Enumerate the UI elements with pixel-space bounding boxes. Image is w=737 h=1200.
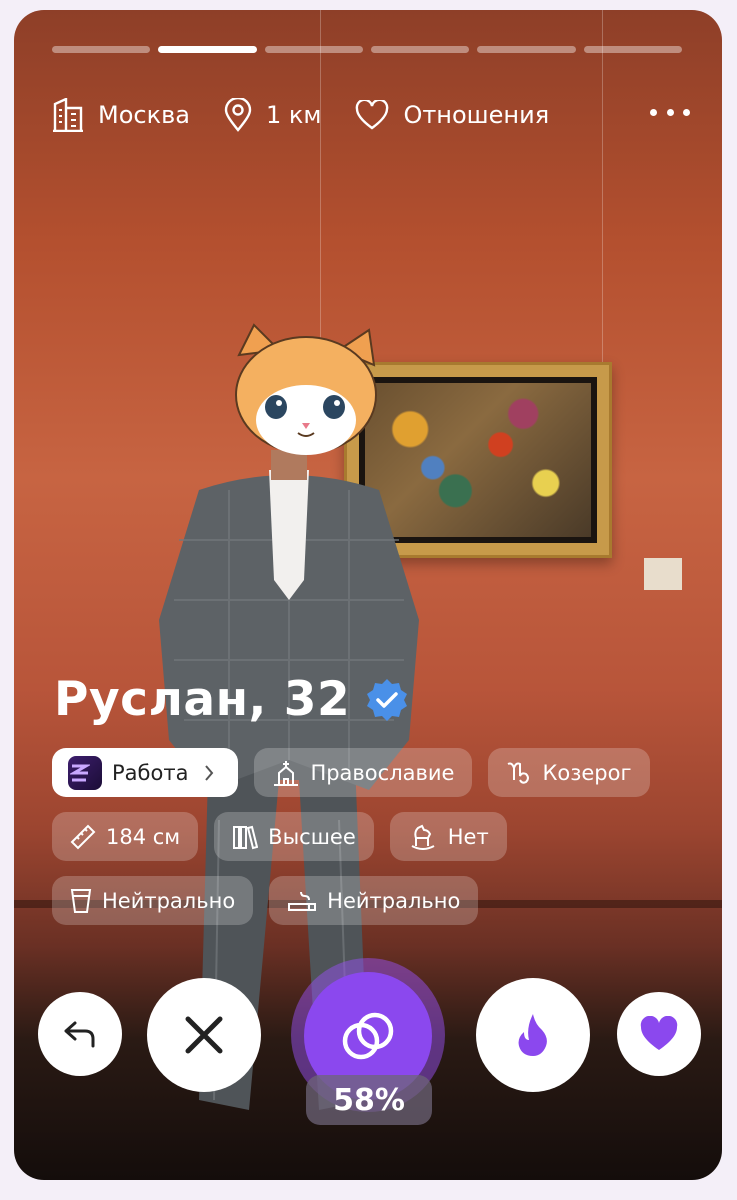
progress-segment-active [158, 46, 257, 53]
chips-row-3: Нейтрально Нейтрально [52, 876, 479, 925]
rocking-horse-icon [411, 824, 435, 850]
goal-info: Отношения [355, 100, 549, 130]
goal-label: Отношения [403, 101, 550, 129]
ruler-icon [70, 824, 96, 849]
books-icon [233, 825, 259, 849]
capricorn-icon [507, 762, 530, 784]
wall-plaque [644, 558, 682, 590]
kids-chip: Нет [389, 812, 507, 861]
height-chip: 184 см [52, 812, 199, 861]
dot-icon [666, 108, 674, 116]
city-label: Москва [98, 101, 190, 129]
progress-segment [477, 46, 576, 53]
progress-segment [52, 46, 151, 53]
progress-segment [264, 46, 363, 53]
smoking-label: Нейтрально [327, 888, 461, 913]
kids-label: Нет [447, 824, 489, 849]
church-icon [274, 760, 299, 786]
like-button[interactable] [617, 992, 701, 1076]
undo-icon [64, 1021, 95, 1048]
profile-name-age: Руслан, 32 [54, 672, 351, 727]
chips-row-1: Работа Православие Козерог [52, 748, 650, 797]
religion-chip: Православие [254, 748, 473, 797]
superlike-button[interactable] [476, 978, 590, 1092]
more-options-button[interactable] [650, 102, 690, 122]
height-label: 184 см [106, 824, 181, 849]
progress-segment [583, 46, 682, 53]
education-chip: Высшее [214, 812, 374, 861]
work-chip[interactable]: Работа [52, 748, 239, 797]
undo-button[interactable] [38, 992, 122, 1076]
education-label: Высшее [268, 824, 356, 849]
flame-icon [518, 1014, 547, 1056]
dot-icon [650, 108, 657, 116]
chevron-right-icon [205, 764, 214, 781]
rings-icon [342, 1012, 394, 1060]
heart-icon [640, 1016, 678, 1050]
glass-icon [70, 888, 92, 913]
work-label: Работа [112, 760, 189, 785]
zodiac-chip: Козерог [488, 748, 650, 797]
wall-wire [602, 10, 603, 390]
city-info: Москва [52, 98, 190, 132]
alcohol-chip: Нейтрально [52, 876, 254, 925]
building-icon [53, 98, 83, 132]
verified-badge-icon [367, 678, 408, 721]
religion-label: Православие [310, 760, 455, 785]
alcohol-label: Нейтрально [102, 888, 236, 913]
profile-name-row: Руслан, 32 [54, 672, 410, 727]
heart-outline-icon [356, 100, 389, 130]
profile-card[interactable]: Москва 1 км Отношения Руслан, 32 Работа … [14, 10, 722, 1180]
chips-row-2: 184 см Высшее Нет [52, 812, 507, 861]
story-progress [52, 46, 682, 53]
match-percent-badge: 58% [306, 1075, 432, 1125]
close-icon [185, 1016, 223, 1054]
progress-segment [370, 46, 470, 53]
top-info: Москва 1 км Отношения [52, 98, 583, 132]
distance-info: 1 км [224, 98, 322, 132]
dot-icon [683, 108, 690, 116]
location-pin-icon [224, 98, 252, 132]
smoking-chip: Нейтрально [269, 876, 479, 925]
cigarette-icon [288, 891, 317, 911]
zodiac-label: Козерог [542, 760, 632, 785]
dislike-button[interactable] [147, 978, 261, 1092]
distance-label: 1 км [265, 101, 322, 129]
work-logo-icon [68, 755, 102, 790]
